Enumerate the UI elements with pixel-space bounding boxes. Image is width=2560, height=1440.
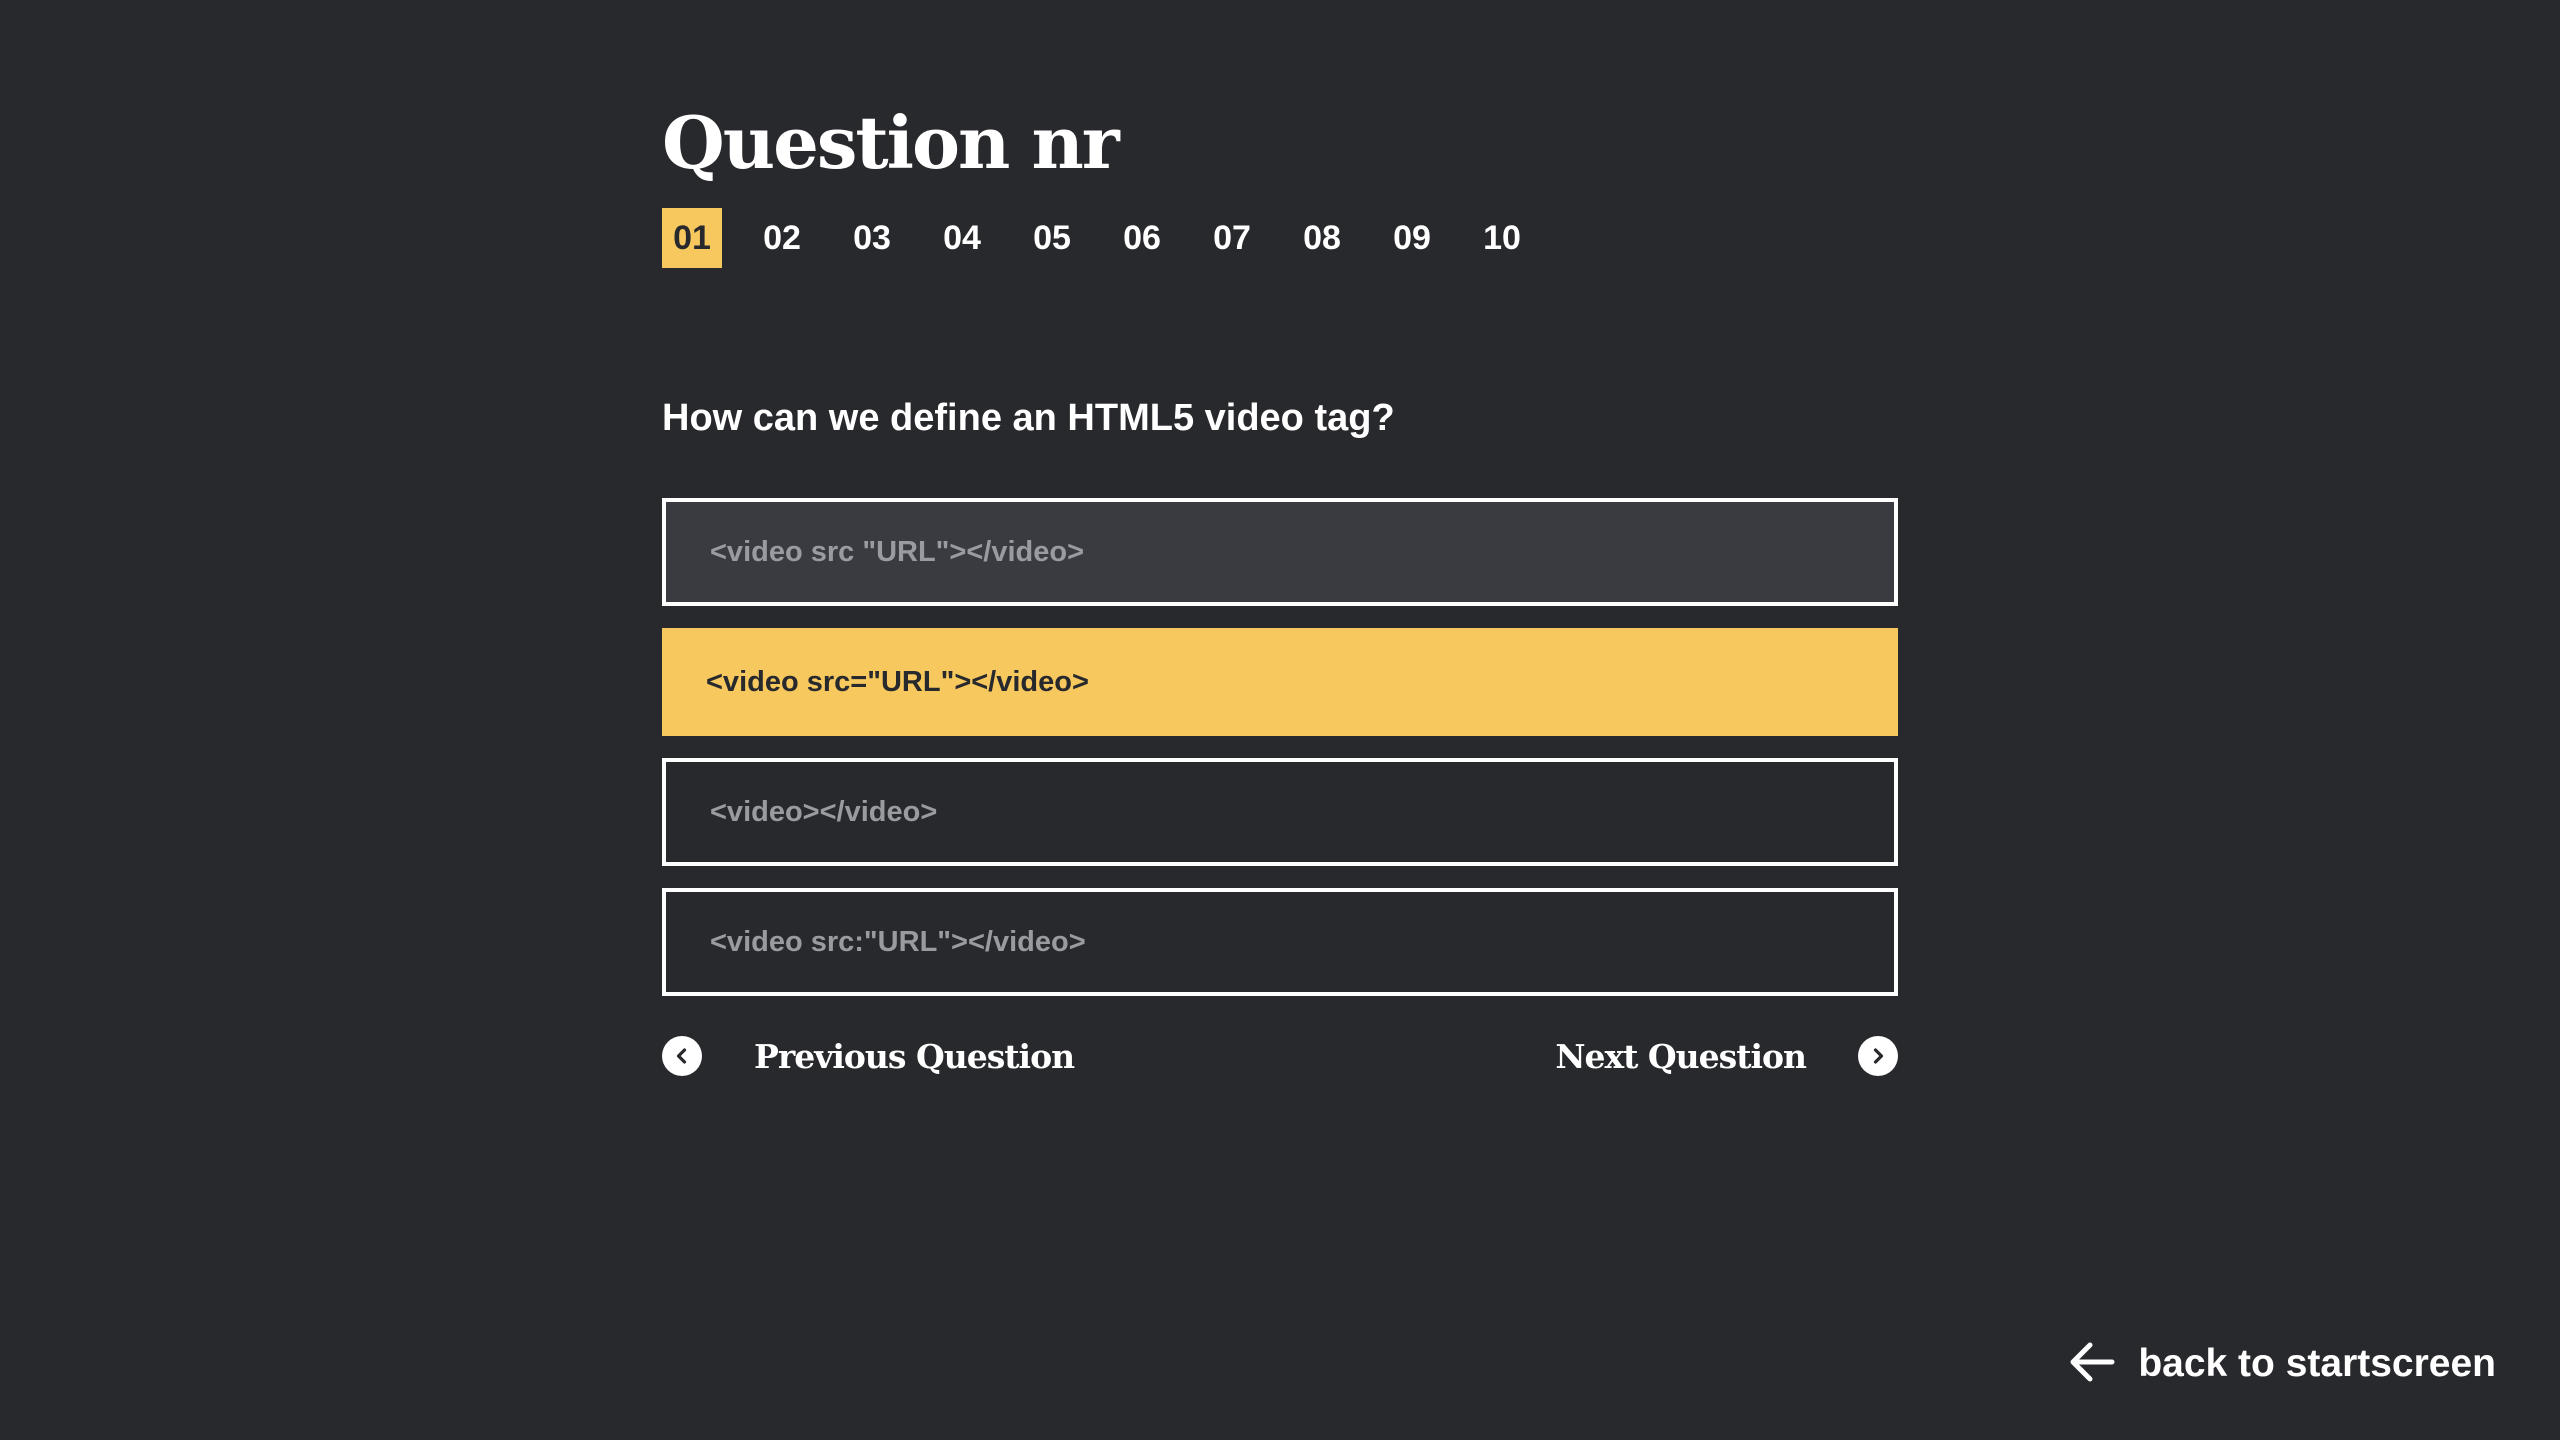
next-question-label: Next Question [1555, 1036, 1807, 1076]
answer-option-1[interactable]: <video src "URL"></video> [662, 498, 1898, 606]
question-number-10[interactable]: 10 [1472, 208, 1532, 268]
answer-option-3[interactable]: <video></video> [662, 758, 1898, 866]
question-number-06[interactable]: 06 [1112, 208, 1172, 268]
page-title: Question nr [662, 100, 1120, 185]
question-number-08[interactable]: 08 [1292, 208, 1352, 268]
question-number-nav: 01 02 03 04 05 06 07 08 09 10 [662, 208, 1562, 268]
question-number-02[interactable]: 02 [752, 208, 812, 268]
chevron-left-circle-icon [662, 1036, 702, 1076]
answer-option-2[interactable]: <video src="URL"></video> [662, 628, 1898, 736]
question-number-04[interactable]: 04 [932, 208, 992, 268]
answer-option-4[interactable]: <video src:"URL"></video> [662, 888, 1898, 996]
arrow-left-icon [2068, 1340, 2116, 1389]
previous-question-label: Previous Question [754, 1036, 1075, 1076]
question-pagination: Previous Question Next Question [662, 1034, 1898, 1078]
back-to-startscreen-label: back to startscreen [2138, 1342, 2496, 1385]
question-number-05[interactable]: 05 [1022, 208, 1082, 268]
chevron-right-circle-icon [1858, 1036, 1898, 1076]
question-number-01[interactable]: 01 [662, 208, 722, 268]
question-text: How can we define an HTML5 video tag? [662, 397, 1395, 439]
question-number-09[interactable]: 09 [1382, 208, 1442, 268]
previous-question-button[interactable]: Previous Question [662, 1034, 1075, 1078]
question-number-03[interactable]: 03 [842, 208, 902, 268]
back-to-startscreen-link[interactable]: back to startscreen [2068, 1336, 2496, 1392]
question-number-07[interactable]: 07 [1202, 208, 1262, 268]
answer-list: <video src "URL"></video> <video src="UR… [662, 498, 1898, 1018]
next-question-button[interactable]: Next Question [1555, 1034, 1898, 1078]
